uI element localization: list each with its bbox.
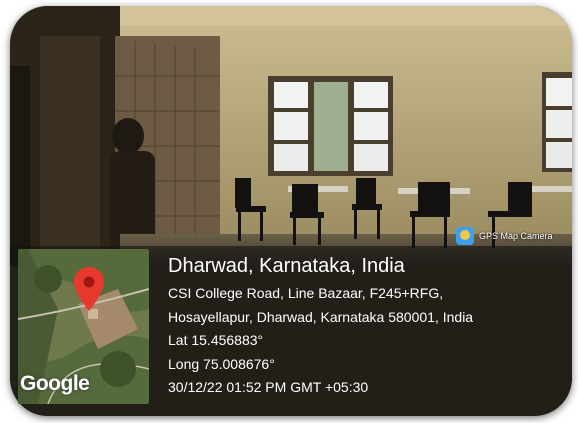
gps-map-camera-badge: GPS Map Camera bbox=[456, 224, 553, 248]
latitude: Lat 15.456883° bbox=[168, 332, 264, 348]
longitude: Long 75.008676° bbox=[168, 355, 275, 372]
address-line-2: Hosayellapur, Dharwad, Karnataka 580001,… bbox=[168, 308, 474, 325]
location-map-thumbnail: Google bbox=[18, 249, 149, 404]
address-line-1: CSI College Road, Line Bazaar, F245+RFG, bbox=[168, 285, 444, 301]
location-pin-icon bbox=[74, 267, 104, 311]
location-details: Dharwad, Karnataka, India CSI College Ro… bbox=[168, 254, 473, 400]
place-name: Dharwad, Karnataka, India bbox=[168, 255, 405, 277]
google-logo: Google bbox=[20, 372, 90, 395]
timestamp: 30/12/22 01:52 PM GMT +05:30 bbox=[168, 379, 369, 395]
gps-camera-app-icon bbox=[456, 227, 474, 245]
badge-label: GPS Map Camera bbox=[479, 231, 553, 241]
